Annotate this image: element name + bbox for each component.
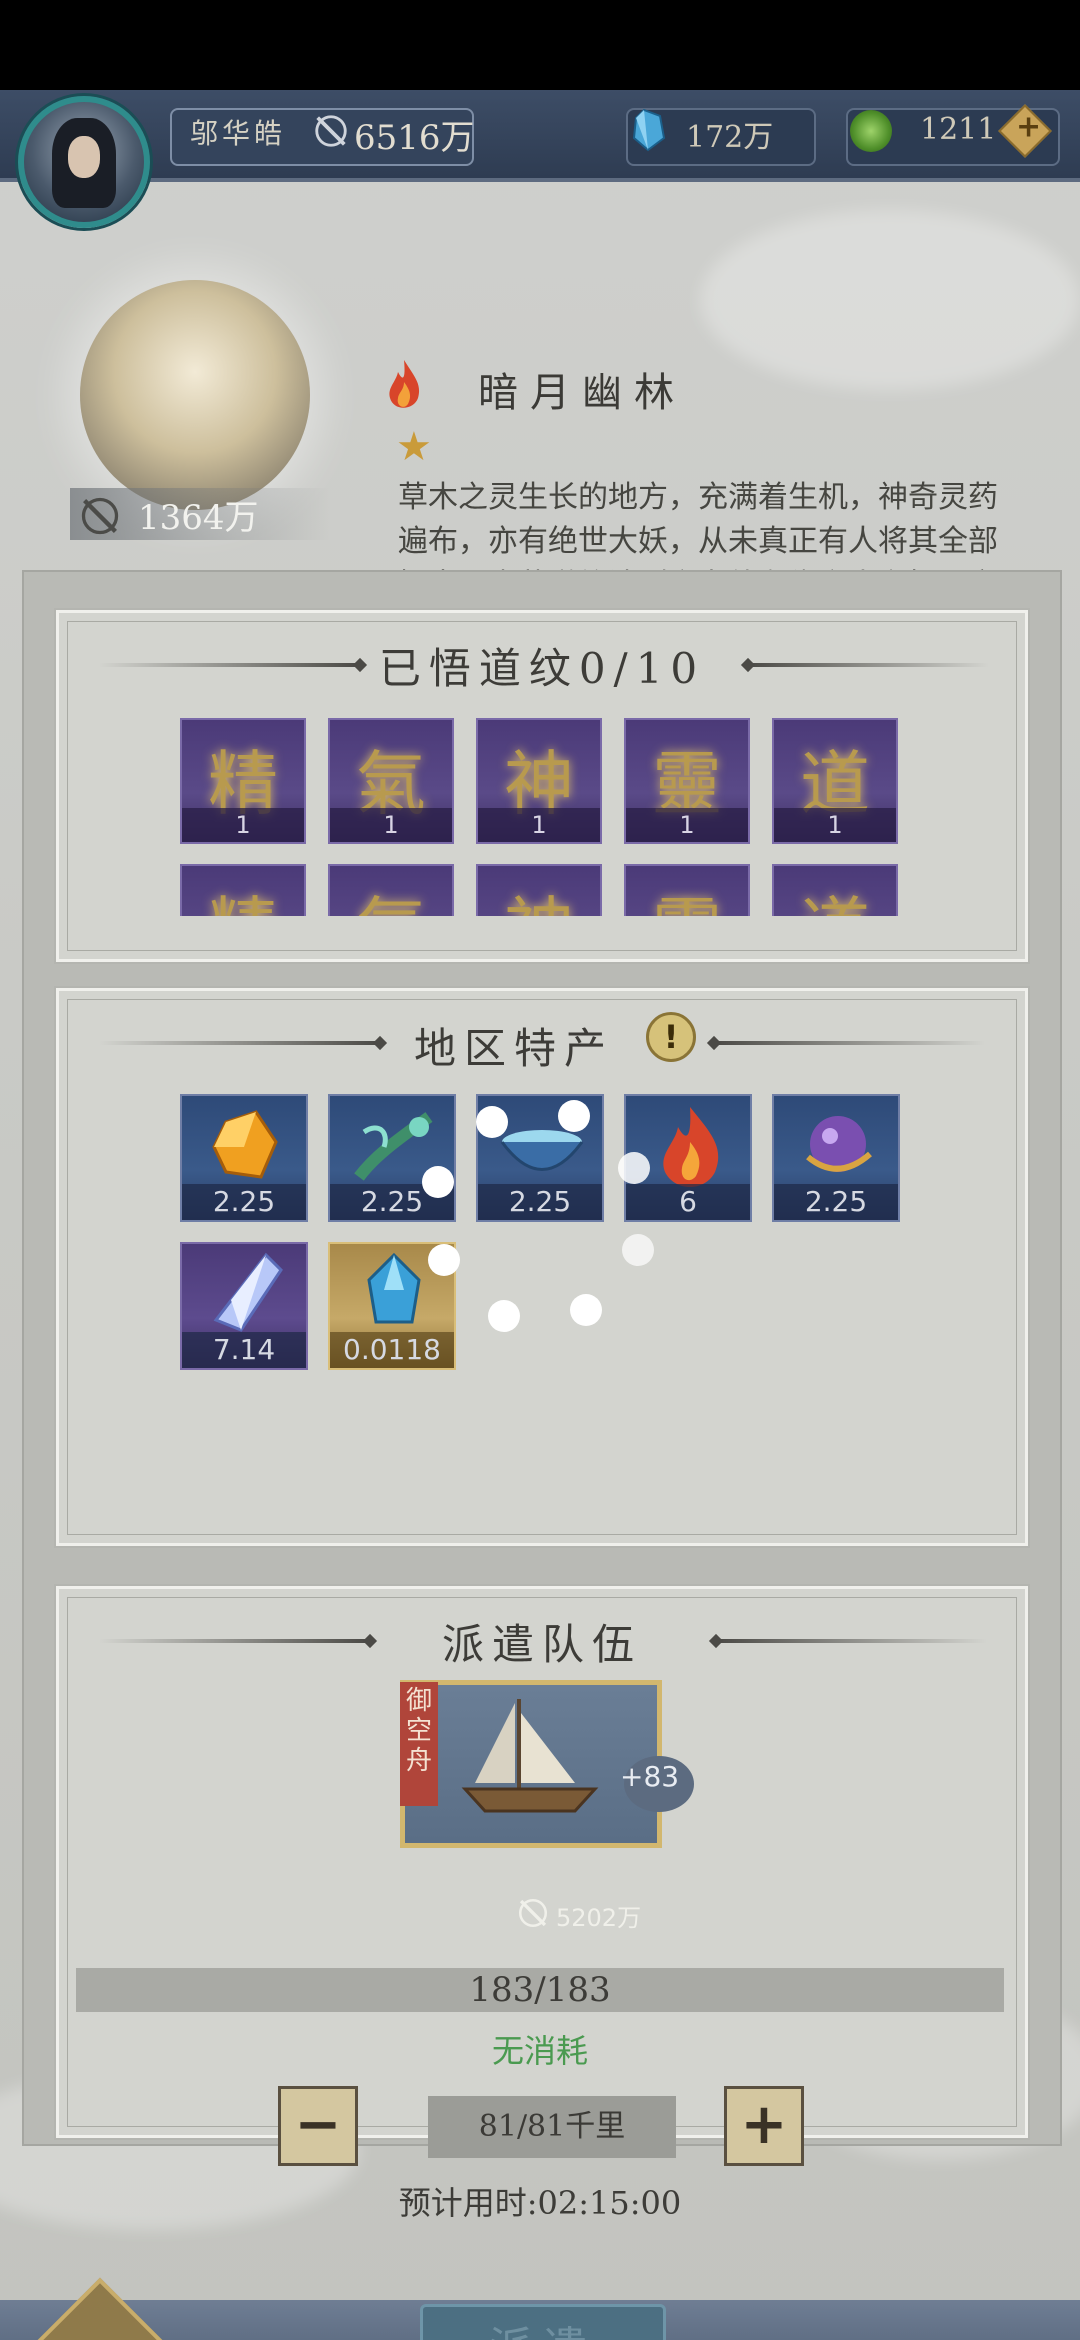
capacity-text: 183/183 <box>469 1970 611 2010</box>
eta-text: 预计用时:02:15:00 <box>398 2184 682 2222</box>
loading-spinner-dot <box>558 1100 590 1132</box>
jade-amount: 1211 <box>920 112 997 147</box>
decrease-button[interactable]: − <box>278 2086 358 2166</box>
player-name: 邬华皓 <box>190 117 287 150</box>
rune-tile[interactable]: 道 <box>772 864 898 916</box>
amber-crystal-icon <box>212 1110 278 1179</box>
rune-tile[interactable]: 精1 <box>180 718 306 844</box>
crystal-amount: 172万 <box>686 120 774 155</box>
dispatch-button[interactable]: 派遣 <box>420 2304 666 2340</box>
jade-icon <box>850 110 892 152</box>
cost-text: 无消耗 <box>491 2032 588 2070</box>
fire-essence-icon <box>663 1107 719 1187</box>
distance-display: 81/81千里 <box>428 2096 676 2158</box>
purple-orb-icon <box>806 1116 872 1172</box>
specialty-item[interactable]: 2.25 <box>328 1094 456 1222</box>
ship-power-icon <box>518 1898 548 1928</box>
star-icon: ★ <box>396 424 432 470</box>
fire-element-icon <box>389 360 420 408</box>
specialty-item[interactable]: 2.25 <box>180 1094 308 1222</box>
divider-line <box>715 1041 985 1045</box>
avatar-face <box>68 136 100 178</box>
flying-boat-icon <box>461 1699 599 1813</box>
divider-line <box>717 1639 987 1643</box>
rune-tile[interactable]: 精 <box>180 864 306 916</box>
player-combat-power: 6516万 <box>354 118 475 158</box>
ship-type-tag: 御空舟 <box>400 1682 438 1806</box>
rune-tile[interactable]: 神1 <box>476 718 602 844</box>
rune-tile[interactable]: 氣1 <box>328 718 454 844</box>
runes-grid[interactable]: 精1 氣1 神1 靈1 道1 精 氣 神 靈 道 <box>180 718 900 1008</box>
loading-spinner-dot <box>422 1166 454 1198</box>
increase-button[interactable]: + <box>724 2086 804 2166</box>
loading-spinner-dot <box>618 1152 650 1184</box>
ship-bonus: +83 <box>620 1760 680 1793</box>
rune-tile[interactable]: 道1 <box>772 718 898 844</box>
loading-spinner-dot <box>476 1106 508 1138</box>
game-screen: 邬华皓 6516万 172万 1211 + 1364万 暗月幽林 ★ 草木之灵生… <box>0 90 1080 2340</box>
rune-tile[interactable]: 神 <box>476 864 602 916</box>
info-icon[interactable]: ! <box>646 1012 696 1062</box>
divider-line <box>749 663 989 667</box>
rune-tile[interactable]: 靈1 <box>624 718 750 844</box>
specialty-item[interactable]: 7.14 <box>180 1242 308 1370</box>
rune-tile[interactable]: 氣 <box>328 864 454 916</box>
loading-spinner-dot <box>488 1300 520 1332</box>
ice-shard-icon <box>213 1252 283 1332</box>
crystal-icon <box>632 108 666 152</box>
ship-power: 5202万 <box>556 1904 642 1932</box>
rune-tile[interactable]: 靈 <box>624 864 750 916</box>
cloud-decoration <box>700 210 1080 390</box>
location-title: 暗月幽林 <box>478 370 686 416</box>
loading-spinner-dot <box>570 1294 602 1326</box>
specialty-item[interactable]: 2.25 <box>772 1094 900 1222</box>
loading-spinner-dot <box>622 1234 654 1266</box>
rune-row-partial: 精 氣 神 靈 道 <box>180 864 900 916</box>
specialties-title: 地区特产 <box>413 1024 614 1073</box>
loading-spinner-dot <box>428 1244 460 1276</box>
location-power: 1364万 <box>138 498 259 538</box>
status-bar <box>0 0 1080 90</box>
combat-power-icon <box>315 115 347 147</box>
location-power-icon <box>81 497 119 535</box>
location-orb-image <box>80 280 310 510</box>
player-avatar[interactable] <box>18 96 150 228</box>
